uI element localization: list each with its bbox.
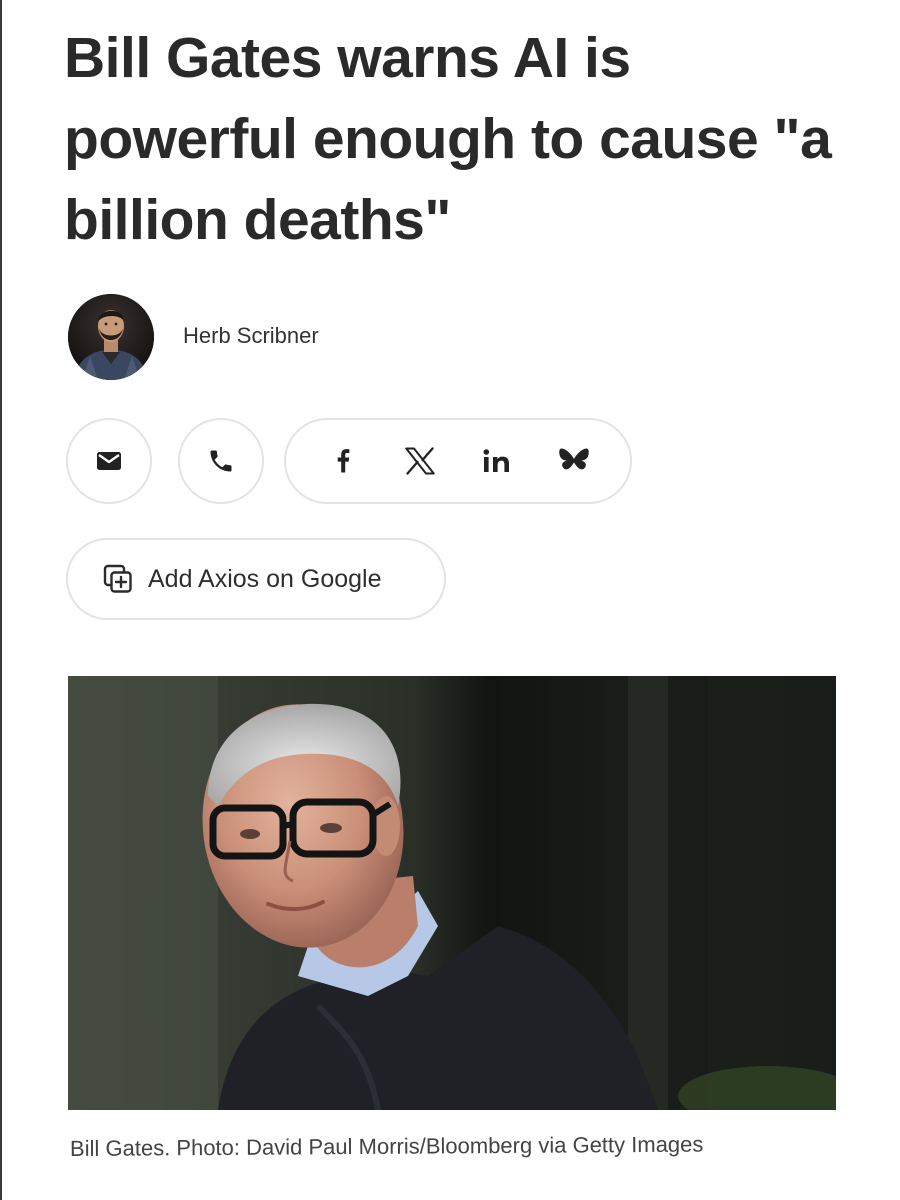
article-headline: Bill Gates warns AI is powerful enough t…	[64, 26, 832, 252]
add-axios-on-google-button[interactable]: Add Axios on Google	[66, 538, 446, 620]
author-byline: Herb Scribner	[68, 294, 319, 380]
email-share-button[interactable]	[66, 418, 152, 504]
x-share-button[interactable]	[396, 437, 444, 485]
author-avatar[interactable]	[68, 294, 154, 380]
linkedin-icon	[483, 449, 509, 472]
article-hero-photo[interactable]	[68, 676, 836, 1110]
bluesky-icon	[558, 448, 589, 470]
add-source-icon	[103, 564, 132, 593]
author-avatar-image	[68, 294, 154, 380]
facebook-share-button[interactable]	[319, 437, 367, 485]
facebook-icon	[337, 449, 349, 473]
x-icon	[404, 447, 435, 475]
linkedin-share-button[interactable]	[473, 437, 521, 485]
author-name[interactable]: Herb Scribner	[183, 323, 319, 349]
photo-caption: Bill Gates. Photo: David Paul Morris/Blo…	[69, 1131, 704, 1161]
hero-photo-image	[68, 676, 836, 1110]
add-axios-on-google-label: Add Axios on Google	[148, 564, 382, 593]
share-row	[66, 418, 632, 504]
mail-icon	[97, 452, 121, 470]
bluesky-share-button[interactable]	[550, 437, 598, 485]
phone-share-button[interactable]	[178, 418, 264, 504]
phone-icon	[210, 450, 232, 472]
screenshot-edge	[0, 0, 2, 1200]
social-share-group	[284, 418, 632, 504]
